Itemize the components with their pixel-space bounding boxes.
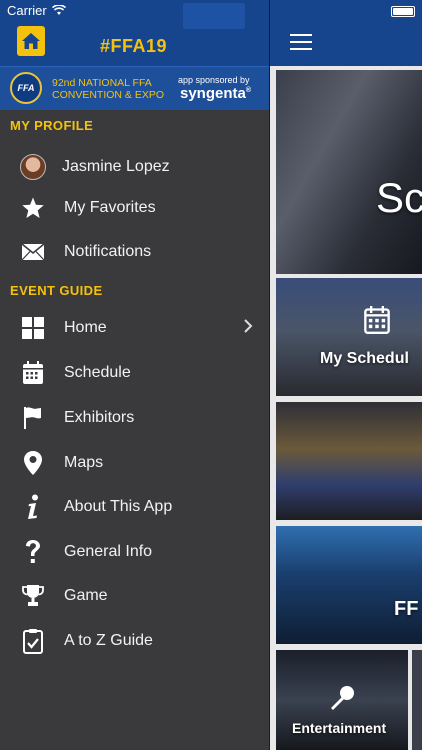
convention-title-line1: 92nd NATIONAL FFA <box>52 77 152 89</box>
menu-item-game[interactable]: Game <box>0 576 269 616</box>
sponsor-caption: app sponsored by <box>178 75 250 85</box>
exhibitors-tile[interactable] <box>276 402 422 520</box>
status-bar-mask <box>183 3 245 29</box>
menu-label: Jasmine Lopez <box>62 158 170 175</box>
section-heading-my-profile: MY PROFILE <box>10 118 94 133</box>
menu-label: Maps <box>64 454 104 471</box>
menu-label: Home <box>64 319 107 336</box>
chevron-right-icon <box>243 318 253 339</box>
envelope-icon <box>21 243 45 261</box>
ffa-emblem-icon: FFA <box>10 72 42 104</box>
carrier-label: Carrier <box>7 3 47 18</box>
entertainment-tile[interactable]: Entertainment <box>276 650 408 750</box>
trophy-icon <box>22 585 44 606</box>
convention-title-line2: CONVENTION & EXPO <box>52 89 165 101</box>
menu-item-about[interactable]: About This App <box>0 487 269 527</box>
menu-item-home[interactable]: Home <box>0 308 269 348</box>
ffa-logo-text: FFA <box>17 83 35 93</box>
home-icon <box>22 33 40 49</box>
clipboard-icon <box>23 629 43 654</box>
battery-icon <box>391 6 415 17</box>
calendar-icon <box>364 306 390 334</box>
menu-label: Schedule <box>64 364 131 381</box>
menu-label: Exhibitors <box>64 409 135 426</box>
home-button[interactable] <box>17 26 45 56</box>
drawer-header: Carrier #FFA19 <box>0 0 269 66</box>
navigation-drawer: Carrier #FFA19 FFA 92nd NATIONAL FFA CON… <box>0 0 269 750</box>
main-content: Sc My Schedul FF Entertainment <box>270 0 422 750</box>
hero-tile-label: Sc <box>376 174 422 221</box>
wifi-icon <box>51 5 66 15</box>
map-pin-icon <box>24 451 42 475</box>
sponsor-banner[interactable]: FFA 92nd NATIONAL FFA CONVENTION & EXPO … <box>0 66 269 110</box>
menu-item-maps[interactable]: Maps <box>0 443 269 483</box>
menu-item-favorites[interactable]: My Favorites <box>0 188 269 228</box>
menu-item-exhibitors[interactable]: Exhibitors <box>0 398 269 438</box>
star-icon <box>22 197 44 218</box>
app-title: #FFA19 <box>100 36 168 56</box>
my-schedule-tile-label: My Schedul <box>320 350 409 367</box>
question-icon <box>26 540 40 563</box>
menu-item-general-info[interactable]: General Info <box>0 532 269 572</box>
avatar <box>20 154 46 180</box>
calendar-icon <box>23 361 43 384</box>
microphone-icon <box>331 686 354 710</box>
ffa-tile-label: FF <box>394 598 419 620</box>
registered-mark: ® <box>245 87 252 94</box>
menu-item-profile[interactable]: Jasmine Lopez <box>0 147 269 187</box>
sponsor-logo: syngenta® <box>180 85 252 102</box>
menu-label: About This App <box>64 498 173 515</box>
menu-label: Game <box>64 587 108 604</box>
menu-item-a-to-z[interactable]: A to Z Guide <box>0 621 269 661</box>
ffa-tile[interactable]: FF <box>276 526 422 644</box>
entertainment-tile-label: Entertainment <box>292 720 387 736</box>
menu-label: A to Z Guide <box>64 632 153 649</box>
flag-icon <box>24 407 41 429</box>
main-header <box>270 0 422 66</box>
menu-label: Notifications <box>64 243 152 260</box>
menu-item-schedule[interactable]: Schedule <box>0 353 269 393</box>
grid-icon <box>22 317 44 339</box>
menu-item-notifications[interactable]: Notifications <box>0 232 269 272</box>
section-heading-event-guide: EVENT GUIDE <box>10 283 103 298</box>
menu-label: General Info <box>64 543 153 560</box>
my-schedule-tile[interactable]: My Schedul <box>276 278 422 396</box>
hero-tile[interactable]: Sc <box>276 70 422 274</box>
status-bar-left: Carrier <box>7 3 66 18</box>
hamburger-menu-icon[interactable] <box>290 34 312 50</box>
menu-label: My Favorites <box>64 199 156 216</box>
info-icon <box>28 494 38 519</box>
next-tile[interactable] <box>412 650 422 750</box>
